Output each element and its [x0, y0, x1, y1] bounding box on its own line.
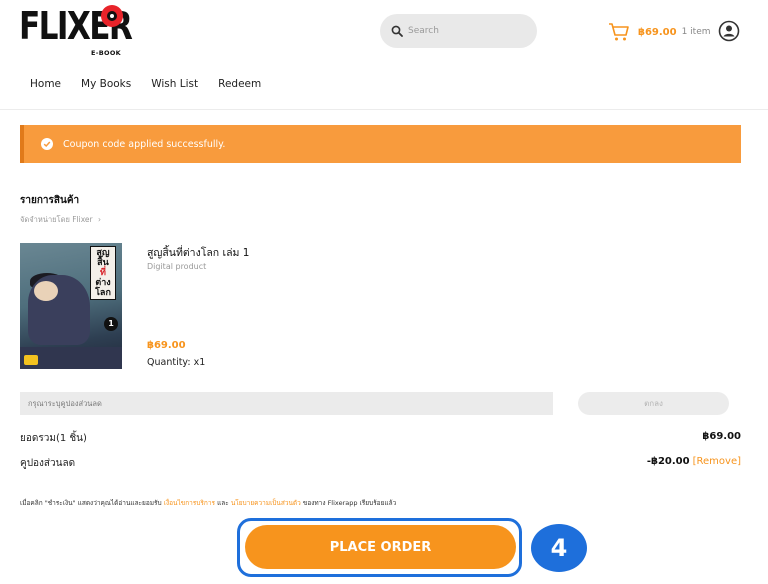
discount-value: -฿20.00 — [646, 456, 690, 467]
cover-title-line: โลก — [95, 288, 111, 298]
privacy-policy-link[interactable]: นโยบายความเป็นส่วนตัว — [231, 499, 301, 507]
cover-art-face — [34, 281, 58, 301]
order-items-heading: รายการสินค้า — [20, 195, 80, 206]
alert-message: Coupon code applied successfully. — [63, 138, 226, 150]
seller-label: จัดจำหน่ายโดย Flixer — [20, 215, 93, 224]
cover-title-line: ที่ — [100, 268, 106, 278]
terms-notice: เมื่อคลิก "ชำระเงิน" แสดงว่าคุณได้อ่านแล… — [20, 498, 396, 508]
search-bar[interactable] — [380, 14, 537, 48]
step-number-badge: 4 — [531, 524, 587, 572]
cart-item-count: 1 item — [681, 27, 711, 37]
book-cover-image: สูญ สิ้น ที่ ต่าง โลก 1 — [20, 243, 122, 369]
subtotal-label: ยอดรวม(1 ชิ้น) — [20, 433, 87, 444]
product-quantity: Quantity: x1 — [147, 357, 206, 368]
product-title[interactable]: สูญสิ้นที่ต่างโลก เล่ม 1 — [147, 244, 249, 261]
discount-row: คูปองส่วนลด -฿20.00 [Remove] — [20, 456, 741, 471]
nav-item-redeem[interactable]: Redeem — [218, 78, 261, 90]
cover-volume-number: 1 — [104, 317, 118, 331]
terms-of-service-link[interactable]: เงื่อนไขการบริการ — [164, 499, 215, 507]
subtotal-value: ฿69.00 — [702, 431, 741, 442]
main-nav: Home My Books Wish List Redeem — [30, 78, 281, 90]
cover-title-block: สูญ สิ้น ที่ ต่าง โลก — [90, 246, 116, 300]
site-header: FLIXER E-BOOK ฿69.00 1 item Home My Book… — [0, 0, 768, 110]
flixer-logo[interactable]: FLIXER E-BOOK — [19, 4, 133, 60]
coupon-success-alert: Coupon code applied successfully. — [20, 125, 741, 163]
check-circle-icon — [41, 138, 53, 150]
cover-title-line: สูญ — [96, 248, 110, 258]
cart-total: ฿69.00 — [638, 26, 677, 38]
terms-prefix: เมื่อคลิก "ชำระเงิน" แสดงว่าคุณได้อ่านแล… — [20, 499, 162, 507]
cover-title-line: ต่าง — [95, 278, 111, 288]
terms-suffix: ของทาง Flixerapp เรียบร้อยแล้ว — [302, 499, 397, 507]
logo-subtitle: E-BOOK — [91, 49, 121, 57]
search-icon — [391, 25, 403, 37]
user-account-icon[interactable] — [718, 20, 740, 42]
nav-item-wish-list[interactable]: Wish List — [151, 78, 198, 90]
chevron-right-icon: › — [98, 215, 102, 224]
discount-label: คูปองส่วนลด — [20, 458, 76, 469]
product-price: ฿69.00 — [147, 340, 186, 351]
apply-coupon-button[interactable]: ตกลง — [578, 392, 729, 415]
cart-icon — [609, 23, 629, 41]
cover-title-line: สิ้น — [97, 258, 109, 268]
search-input[interactable] — [408, 26, 528, 36]
remove-coupon-link[interactable]: [Remove] — [693, 456, 741, 467]
place-order-button[interactable]: PLACE ORDER — [245, 525, 516, 569]
nav-item-home[interactable]: Home — [30, 78, 61, 90]
coupon-code-input[interactable] — [20, 392, 553, 415]
terms-middle: และ — [217, 499, 229, 507]
logo-eye-icon — [101, 5, 123, 27]
product-type: Digital product — [147, 262, 207, 271]
subtotal-row: ยอดรวม(1 ชิ้น) ฿69.00 — [20, 431, 741, 446]
cart-summary[interactable]: ฿69.00 1 item — [608, 22, 711, 42]
cover-publisher-badge — [24, 355, 38, 365]
nav-item-my-books[interactable]: My Books — [81, 78, 131, 90]
seller-link[interactable]: จัดจำหน่ายโดย Flixer › — [20, 214, 101, 226]
